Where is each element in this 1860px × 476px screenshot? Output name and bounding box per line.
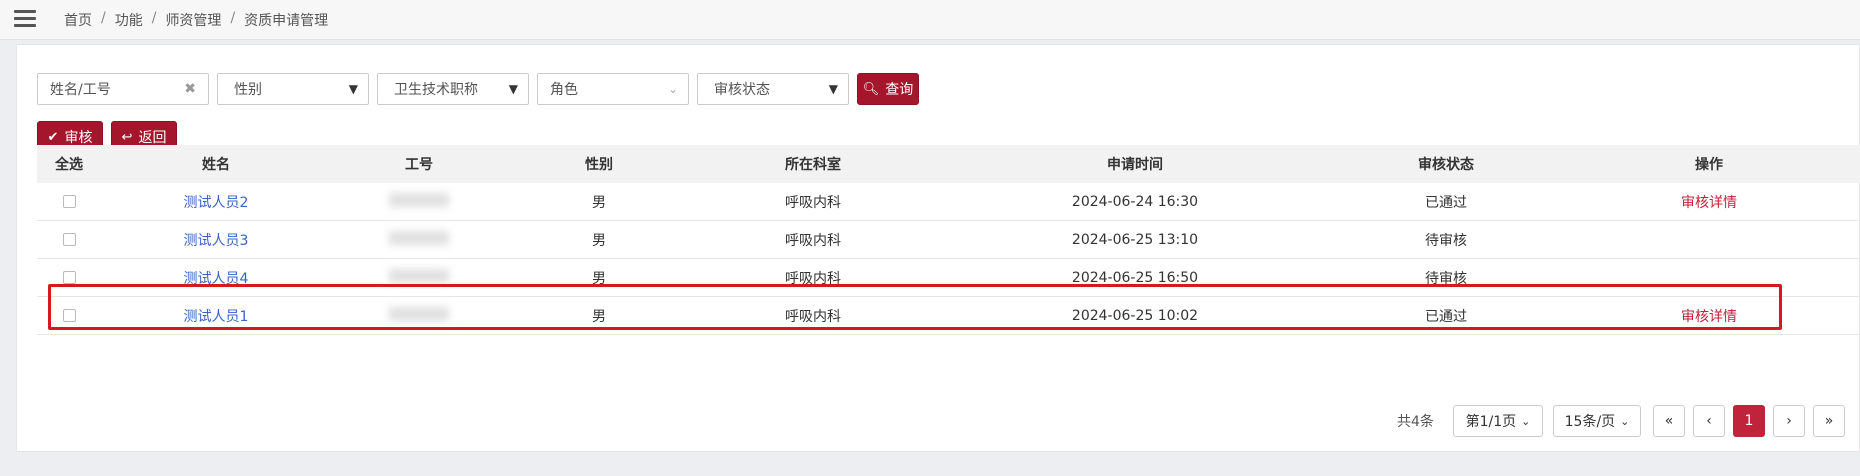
row-dept: 呼吸内科 — [785, 308, 841, 325]
header-name: 姓名 — [202, 157, 230, 173]
row-name-link[interactable]: 测试人员2 — [184, 195, 249, 211]
breadcrumb-home[interactable]: 首页 — [64, 10, 92, 30]
table-row: 测试人员4 男 呼吸内科 2024-06-25 16:50 待审核 — [37, 259, 1860, 297]
redacted-id — [389, 230, 449, 245]
clear-icon[interactable]: ✖ — [184, 81, 196, 97]
row-dept: 呼吸内科 — [785, 194, 841, 211]
row-time: 2024-06-25 16:50 — [1071, 269, 1199, 286]
row-status: 待审核 — [1425, 232, 1467, 249]
table-header: 全选 姓名 工号 性别 所在科室 申请时间 审核状态 操作 — [37, 145, 1860, 183]
search-button-label: 查询 — [885, 82, 914, 98]
page-size-select[interactable]: 15条/页 ⌄ — [1553, 405, 1641, 437]
header-operation: 操作 — [1695, 157, 1723, 173]
back-button-label: 返回 — [138, 130, 167, 146]
prev-page-button[interactable]: ‹ — [1693, 405, 1725, 437]
chevron-down-icon: ▼ — [828, 82, 838, 96]
last-page-button[interactable]: » — [1813, 405, 1845, 437]
application-table: 全选 姓名 工号 性别 所在科室 申请时间 审核状态 操作 测试人员2 男 呼吸… — [37, 145, 1860, 335]
header-gender: 性别 — [585, 157, 613, 173]
page-select-value: 第1/1页 — [1465, 414, 1517, 430]
header-select-all[interactable]: 全选 — [37, 154, 101, 174]
row-name-link[interactable]: 测试人员4 — [184, 271, 249, 287]
chevron-down-icon: ▼ — [508, 82, 518, 96]
breadcrumb-current: 资质申请管理 — [244, 13, 329, 29]
row-time: 2024-06-24 16:30 — [1071, 193, 1199, 210]
page-size-value: 15条/页 — [1564, 414, 1616, 430]
redacted-id — [389, 192, 449, 207]
row-time: 2024-06-25 10:02 — [1071, 307, 1199, 324]
name-search-input[interactable]: 姓名/工号 ✖ — [37, 73, 209, 105]
breadcrumb-separator: / — [230, 10, 236, 26]
undo-arrow-icon: ↩ — [121, 129, 133, 145]
table-row: 测试人员3 男 呼吸内科 2024-06-25 13:10 待审核 — [37, 221, 1860, 259]
review-detail-link[interactable]: 审核详情 — [1681, 195, 1737, 211]
next-page-button[interactable]: › — [1773, 405, 1805, 437]
first-page-button[interactable]: « — [1653, 405, 1685, 437]
redacted-id — [389, 268, 449, 283]
title-select[interactable]: 卫生技术职称 ▼ — [377, 73, 529, 105]
row-gender: 男 — [592, 194, 606, 211]
chevron-down-icon: ▼ — [348, 82, 358, 96]
status-select[interactable]: 审核状态 ▼ — [697, 73, 849, 105]
table-row: 测试人员1 男 呼吸内科 2024-06-25 10:02 已通过 审核详情 — [37, 297, 1860, 335]
table-row: 测试人员2 男 呼吸内科 2024-06-24 16:30 已通过 审核详情 — [37, 183, 1860, 221]
header-status: 审核状态 — [1418, 157, 1474, 173]
row-checkbox[interactable] — [62, 233, 76, 246]
row-checkbox[interactable] — [62, 271, 76, 284]
page-select[interactable]: 第1/1页 ⌄ — [1453, 405, 1543, 437]
current-page-button[interactable]: 1 — [1733, 405, 1765, 437]
row-gender: 男 — [592, 308, 606, 325]
breadcrumb-function[interactable]: 功能 — [115, 10, 143, 30]
breadcrumb-separator: / — [151, 10, 157, 26]
role-select-value: 角色 — [550, 82, 578, 98]
header-id: 工号 — [405, 157, 433, 173]
top-bar: 首页 / 功能 / 师资管理 / 资质申请管理 — [0, 0, 1860, 40]
check-icon: ✔ — [47, 129, 59, 145]
gender-select[interactable]: 性别 ▼ — [217, 73, 369, 105]
status-select-value: 审核状态 — [714, 82, 770, 98]
pagination-total: 共4条 — [1397, 414, 1434, 430]
hamburger-menu-icon[interactable] — [14, 10, 36, 30]
search-button[interactable]: 🔍︎ 查询 — [857, 73, 919, 105]
row-checkbox[interactable] — [62, 195, 76, 208]
breadcrumb: 首页 / 功能 / 师资管理 / 资质申请管理 — [64, 10, 328, 30]
bottom-bar — [0, 456, 1860, 476]
role-select[interactable]: 角色 ⌄ — [537, 73, 689, 105]
row-gender: 男 — [592, 232, 606, 249]
search-icon: 🔍︎ — [862, 81, 880, 97]
row-status: 已通过 — [1425, 194, 1467, 211]
row-checkbox[interactable] — [62, 309, 76, 322]
row-name-link[interactable]: 测试人员3 — [184, 233, 249, 249]
chevron-down-icon: ⌄ — [1521, 414, 1531, 428]
chevron-down-icon: ⌄ — [667, 82, 678, 96]
title-select-value: 卫生技术职称 — [394, 82, 478, 98]
row-status: 已通过 — [1425, 308, 1467, 325]
row-gender: 男 — [592, 270, 606, 287]
header-dept: 所在科室 — [785, 157, 841, 173]
review-button-label: 审核 — [64, 130, 93, 146]
row-status: 待审核 — [1425, 270, 1467, 287]
content-panel: 姓名/工号 ✖ 性别 ▼ 卫生技术职称 ▼ 角色 ⌄ 审核状态 ▼ 🔍︎ 查询 … — [16, 44, 1860, 452]
breadcrumb-faculty[interactable]: 师资管理 — [165, 10, 221, 30]
header-time: 申请时间 — [1107, 157, 1163, 173]
chevron-down-icon: ⌄ — [1620, 414, 1630, 428]
row-dept: 呼吸内科 — [785, 270, 841, 287]
row-dept: 呼吸内科 — [785, 232, 841, 249]
row-name-link[interactable]: 测试人员1 — [184, 309, 249, 325]
breadcrumb-separator: / — [101, 10, 106, 26]
redacted-id — [389, 306, 449, 321]
name-search-placeholder: 姓名/工号 — [50, 82, 111, 98]
review-detail-link[interactable]: 审核详情 — [1681, 309, 1737, 325]
gender-select-value: 性别 — [234, 82, 262, 98]
row-time: 2024-06-25 13:10 — [1071, 231, 1199, 248]
